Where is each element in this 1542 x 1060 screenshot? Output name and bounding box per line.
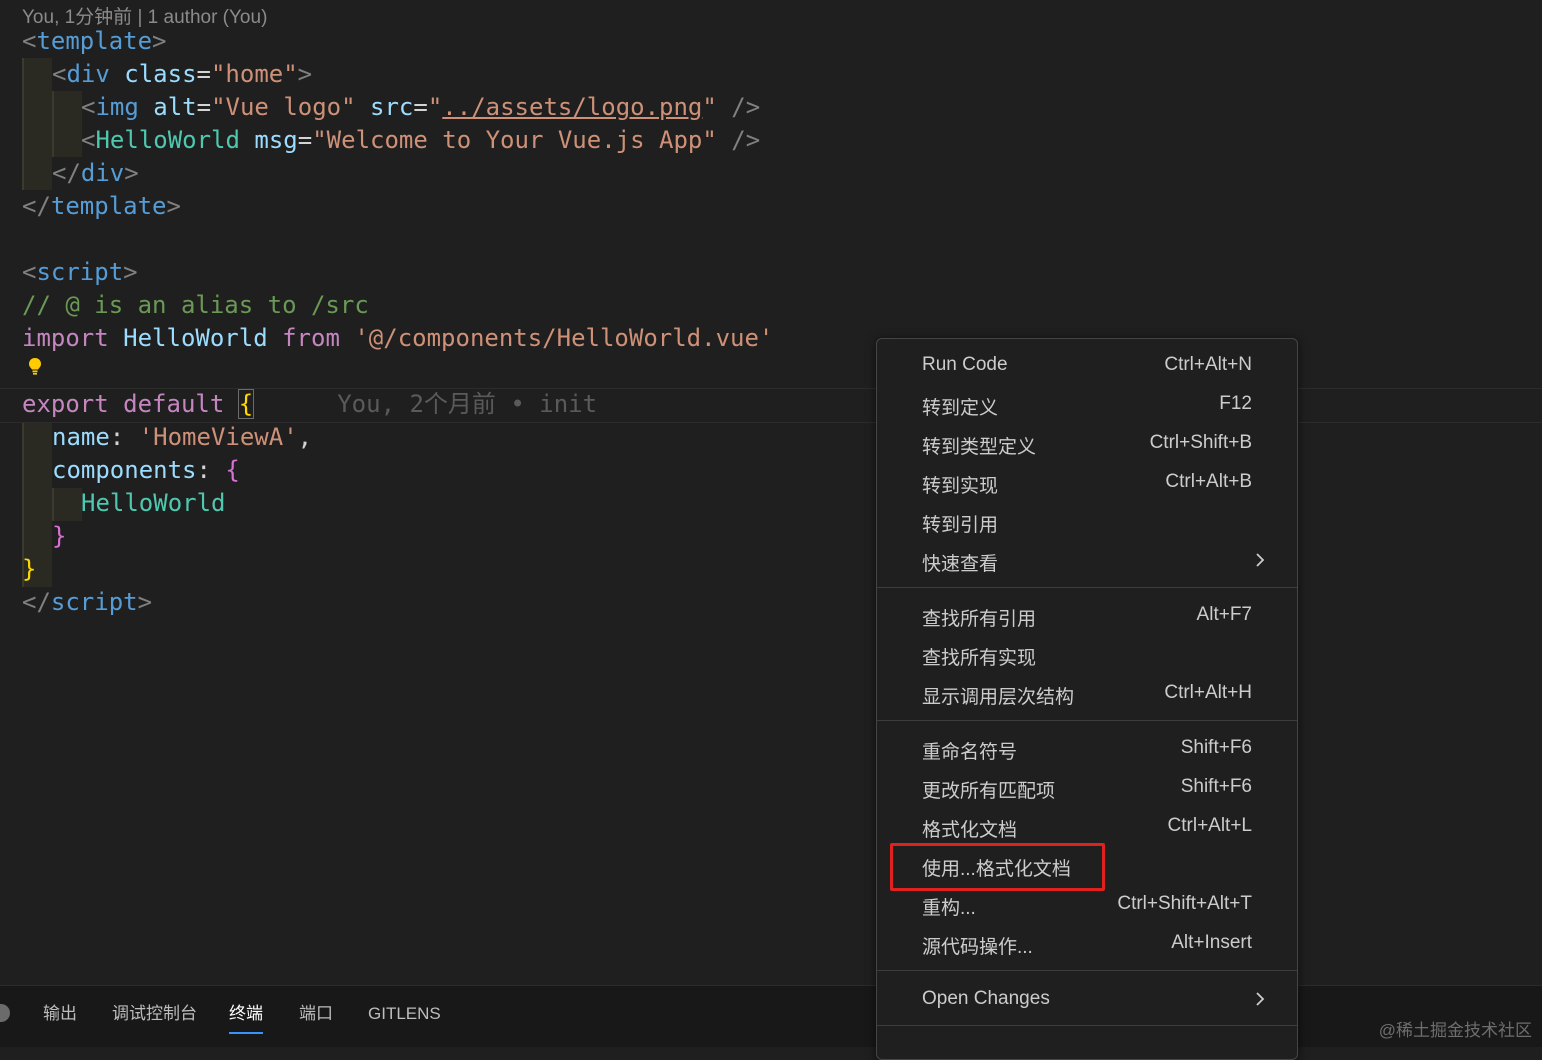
menu-item-run-code[interactable]: Run Code Ctrl+Alt+N [877,348,1297,384]
code-line-13: name: 'HomeViewA', [52,423,313,451]
indent-guide [22,58,52,190]
menu-item-go-to-type-definition[interactable]: 转到类型定义 Ctrl+Shift+B [877,426,1297,462]
code-line-9: // @ is an alias to /src [22,291,369,319]
code-line-8: <script> [22,258,138,286]
code-editor[interactable]: You, 1分钟前 | 1 author (You) <template> <d… [0,0,1542,985]
inline-blame: You, 2个月前 • init [337,390,598,418]
context-menu: Run Code Ctrl+Alt+N 转到定义 F12 转到类型定义 Ctrl+Sh… [876,338,1298,1060]
code-line-15: HelloWorld [81,489,226,517]
indent-guide [52,488,82,521]
bottom-panel: 输出 调试控制台 终端 端口 GITLENS [0,985,1542,1047]
tab-gitlens[interactable]: GITLENS [368,1002,441,1032]
menu-item-rename-symbol[interactable]: 重命名符号 Shift+F6 [877,731,1297,767]
watermark: @稀土掘金技术社区 [1378,1021,1532,1040]
code-line-14: components: { [52,456,240,484]
chevron-right-icon [1256,553,1265,567]
code-line-17: } [22,555,37,583]
code-line-1: <template> [22,27,167,55]
code-line-18: </script> [22,588,153,616]
panel-indicator-icon [0,1004,10,1022]
lightbulb-icon[interactable] [27,357,43,375]
tab-debug-console[interactable]: 调试控制台 [112,1002,197,1032]
menu-item-find-all-references[interactable]: 查找所有引用 Alt+F7 [877,598,1297,634]
code-line-12: export default {You, 2个月前 • init [22,389,598,419]
menu-item-go-to-implementation[interactable]: 转到实现 Ctrl+Alt+B [877,465,1297,501]
menu-item-format-document[interactable]: 格式化文档 Ctrl+Alt+L [877,809,1297,845]
menu-item-go-to-definition[interactable]: 转到定义 F12 [877,387,1297,423]
code-line-6: </template> [22,192,181,220]
menu-item-source-action[interactable]: 源代码操作... Alt+Insert [877,926,1297,962]
tab-ports[interactable]: 端口 [299,1002,333,1032]
menu-item-go-to-references[interactable]: 转到引用 [877,504,1297,540]
tab-terminal[interactable]: 终端 [229,1002,263,1034]
menu-item-find-all-implementations[interactable]: 查找所有实现 [877,637,1297,673]
menu-separator [877,970,1297,971]
code-line-10: import HelloWorld from '@/components/Hel… [22,324,774,352]
menu-item-open-changes[interactable]: Open Changes [877,982,1297,1018]
menu-separator [877,587,1297,588]
menu-item-change-all-occurrences[interactable]: 更改所有匹配项 Shift+F6 [877,770,1297,806]
code-line-16: } [52,522,67,550]
code-line-2: <div class="home"> [52,60,313,88]
menu-item-show-call-hierarchy[interactable]: 显示调用层次结构 Ctrl+Alt+H [877,676,1297,712]
indent-guide [52,91,82,157]
tab-output[interactable]: 输出 [43,1002,77,1032]
code-line-5: </div> [52,159,139,187]
code-line-4: <HelloWorld msg="Welcome to Your Vue.js … [81,126,761,154]
menu-separator [877,720,1297,721]
annotation-highlight-box [890,843,1105,891]
menu-item-peek[interactable]: 快速查看 [877,543,1297,579]
code-line-3: <img alt="Vue logo" src="../assets/logo.… [81,93,761,121]
menu-item-refactor[interactable]: 重构... Ctrl+Shift+Alt+T [877,887,1297,923]
asset-path-link[interactable]: ../assets/logo.png [442,93,702,121]
menu-separator [877,1025,1297,1026]
chevron-right-icon [1256,992,1265,1006]
